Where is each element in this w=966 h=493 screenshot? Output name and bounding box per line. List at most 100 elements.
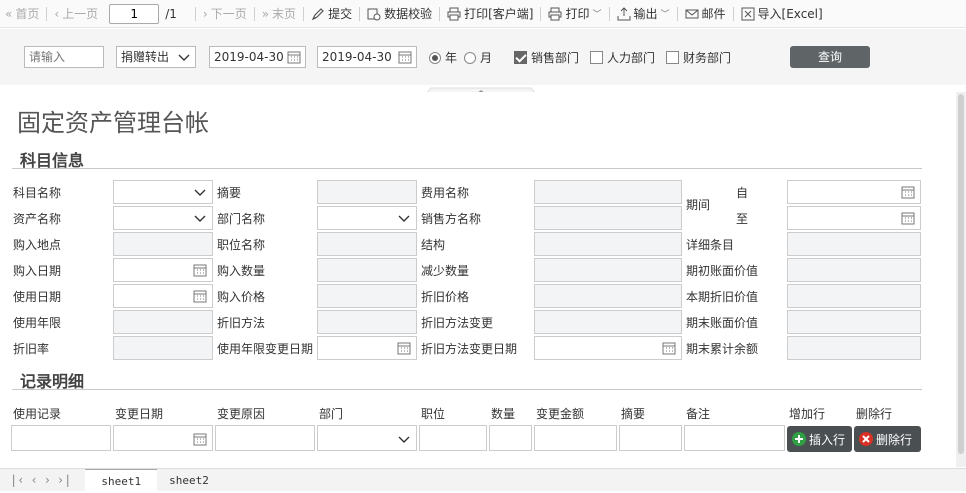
calendar-icon[interactable]	[193, 263, 207, 277]
label-dept-name: 部门名称	[217, 212, 266, 226]
import-excel-button[interactable]: 导入[Excel]	[736, 3, 828, 25]
checkbox-finance-box[interactable]	[666, 51, 679, 64]
date-from-field[interactable]: 2019-04-30	[209, 46, 306, 68]
position-name-field[interactable]	[317, 232, 417, 256]
purchase-price-field[interactable]	[317, 284, 417, 308]
quantity-input[interactable]	[489, 425, 532, 451]
calendar-icon[interactable]	[901, 185, 915, 199]
summary-input[interactable]	[619, 425, 682, 451]
department-select[interactable]	[317, 425, 417, 451]
position-input[interactable]	[419, 425, 487, 451]
subject-name-select[interactable]	[113, 180, 213, 204]
label-period: 期间	[686, 198, 711, 212]
print-button[interactable]: 打印 ﹀	[543, 3, 606, 25]
calendar-icon[interactable]	[397, 341, 411, 355]
checkbox-finance-dept[interactable]: 财务部门	[666, 49, 731, 66]
radio-month-dot[interactable]	[464, 51, 476, 64]
expense-name-field[interactable]	[534, 180, 682, 204]
col-usage-record: 使用记录	[13, 407, 62, 421]
prev-page-button[interactable]: ‹ 上一页	[49, 3, 103, 25]
calendar-icon[interactable]	[662, 341, 676, 355]
date-to-field[interactable]: 2019-04-30	[317, 46, 417, 68]
change-reason-input[interactable]	[215, 425, 315, 451]
purchase-place-field[interactable]	[113, 232, 213, 256]
query-bar: 捐赠转出 2019-04-30 2019-04-30 年 月 销售部门 人力部门…	[0, 29, 966, 85]
insert-row-button[interactable]: 插入行	[787, 426, 852, 452]
checkbox-sales-dept[interactable]: 销售部门	[514, 49, 579, 66]
structure-field[interactable]	[534, 232, 682, 256]
mail-button[interactable]: 邮件	[680, 3, 731, 25]
detail-items-field[interactable]	[787, 232, 921, 256]
closing-accum-balance-field[interactable]	[787, 336, 921, 360]
label-closing-book-value: 期末账面价值	[686, 316, 759, 330]
delete-row-button[interactable]: 删除行	[854, 426, 921, 452]
use-date-field[interactable]	[113, 284, 213, 308]
remark-input[interactable]	[684, 425, 785, 451]
checkbox-hr-dept[interactable]: 人力部门	[590, 49, 655, 66]
radio-month[interactable]: 月	[464, 49, 492, 66]
depreciation-method-change-field[interactable]	[534, 310, 682, 334]
validate-button[interactable]: 数据校验	[362, 3, 437, 25]
asset-name-select[interactable]	[113, 206, 213, 230]
calendar-icon[interactable]	[193, 289, 207, 303]
sheet-tab-2[interactable]: sheet2	[157, 469, 221, 492]
label-current-depreciation: 本期折旧价值	[686, 290, 759, 304]
purchase-date-field[interactable]	[113, 258, 213, 282]
print-client-button[interactable]: 打印[客户端]	[442, 3, 538, 25]
label-structure: 结构	[421, 238, 446, 252]
dept-name-select[interactable]	[317, 206, 417, 230]
close-icon	[859, 432, 873, 446]
last-page-button[interactable]: » 末页	[257, 3, 301, 25]
vertical-scrollbar[interactable]	[956, 92, 966, 467]
calendar-icon[interactable]	[901, 211, 915, 225]
report-toolbar: « 首页 ‹ 上一页 /1 › 下一页 » 末页 提交 数据校验 打印[客户端]…	[0, 0, 966, 28]
first-page-icon: «	[5, 6, 13, 21]
col-position: 职位	[421, 407, 446, 421]
depreciation-rate-field[interactable]	[113, 336, 213, 360]
calendar-icon[interactable]	[287, 50, 301, 64]
seller-name-field[interactable]	[534, 206, 682, 230]
checkbox-sales-box[interactable]	[514, 51, 527, 64]
keyword-input[interactable]	[24, 46, 104, 68]
calendar-icon[interactable]	[398, 50, 412, 64]
next-sheet-icon[interactable]: ›	[44, 473, 51, 487]
period-from-date[interactable]	[787, 180, 921, 204]
change-date-input[interactable]	[113, 425, 213, 451]
purchase-qty-field[interactable]	[317, 258, 417, 282]
col-remark: 备注	[686, 407, 711, 421]
export-button[interactable]: 输出 ﹀	[612, 3, 675, 25]
search-button[interactable]: 查询	[790, 46, 870, 68]
opening-book-value-field[interactable]	[787, 258, 921, 282]
transfer-type-select[interactable]: 捐赠转出	[116, 46, 196, 68]
first-sheet-icon[interactable]: |‹	[10, 473, 24, 487]
period-to-date[interactable]	[787, 206, 921, 230]
toolbar-divider	[676, 6, 678, 21]
radio-year[interactable]: 年	[429, 49, 457, 66]
life-change-date-field[interactable]	[317, 336, 417, 360]
label-method-change-date: 折旧方法变更日期	[421, 342, 518, 356]
depreciation-price-field[interactable]	[534, 284, 682, 308]
sheet-tab-1[interactable]: sheet1	[85, 468, 158, 492]
usage-record-input[interactable]	[11, 425, 111, 451]
depreciation-method-field[interactable]	[317, 310, 417, 334]
chevron-down-icon	[194, 186, 206, 198]
change-amount-input[interactable]	[534, 425, 617, 451]
prev-sheet-icon[interactable]: ‹	[30, 473, 37, 487]
first-page-button[interactable]: « 首页	[0, 3, 44, 25]
calendar-icon[interactable]	[193, 432, 207, 446]
useful-life-field[interactable]	[113, 310, 213, 334]
summary-field[interactable]	[317, 180, 417, 204]
last-sheet-icon[interactable]: ›|	[57, 473, 71, 487]
radio-year-dot[interactable]	[429, 51, 441, 64]
scroll-thumb[interactable]	[958, 94, 964, 454]
collapse-toggle[interactable]	[424, 84, 538, 96]
closing-book-value-field[interactable]	[787, 310, 921, 334]
decrease-qty-field[interactable]	[534, 258, 682, 282]
submit-button[interactable]: 提交	[306, 3, 357, 25]
method-change-date-field[interactable]	[534, 336, 682, 360]
checkbox-hr-box[interactable]	[590, 51, 603, 64]
current-depreciation-field[interactable]	[787, 284, 921, 308]
label-depreciation-method-change: 折旧方法变更	[421, 316, 494, 330]
page-number-input[interactable]	[109, 3, 160, 24]
next-page-button[interactable]: › 下一页	[198, 3, 252, 25]
